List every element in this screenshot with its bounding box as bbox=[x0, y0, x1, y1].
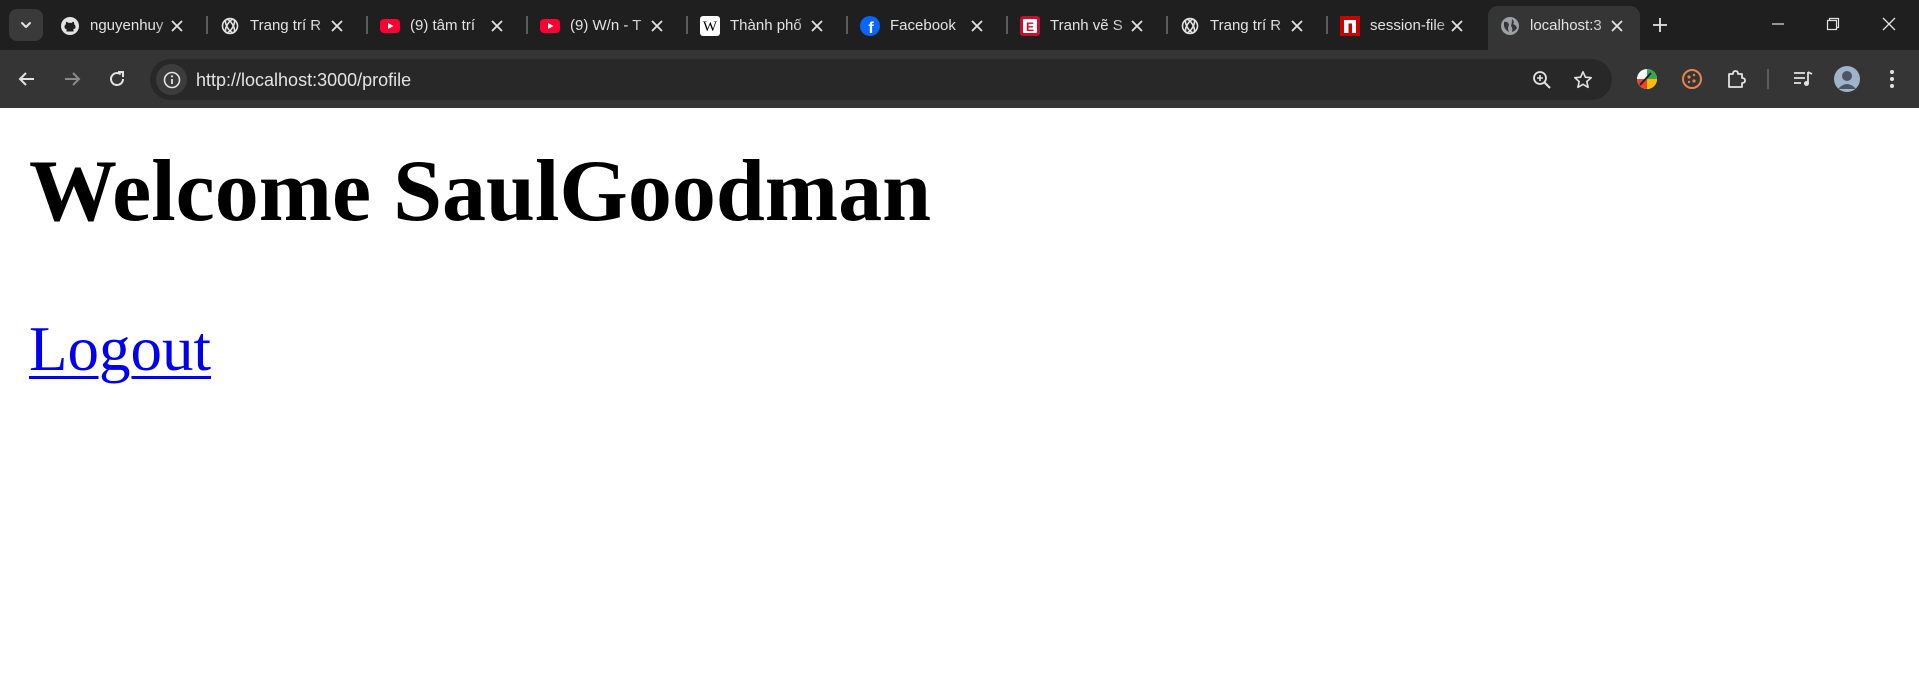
youtube-icon bbox=[380, 16, 400, 36]
site-info-button[interactable] bbox=[156, 64, 187, 95]
browser-toolbar: http://localhost:3000/profile bbox=[0, 50, 1919, 108]
more-vertical-icon bbox=[1890, 70, 1894, 88]
tab-youtube[interactable]: (9) tâm trí bbox=[368, 6, 520, 44]
npm-icon bbox=[1340, 16, 1360, 36]
forward-button[interactable] bbox=[55, 62, 89, 96]
minimize-icon bbox=[1772, 23, 1784, 25]
arrow-right-icon bbox=[65, 72, 81, 86]
tab-youtube[interactable]: (9) W/n - T bbox=[528, 6, 680, 44]
avatar-icon bbox=[1834, 66, 1860, 92]
back-button[interactable] bbox=[10, 62, 44, 96]
e-site-icon: E bbox=[1020, 16, 1040, 36]
welcome-heading: Welcome SaulGoodman bbox=[29, 143, 932, 240]
close-icon[interactable] bbox=[1128, 17, 1146, 35]
url-text[interactable]: http://localhost:3000/profile bbox=[196, 70, 411, 90]
profile-avatar[interactable] bbox=[1833, 65, 1861, 93]
browser-menu-button[interactable] bbox=[1878, 65, 1906, 93]
logout-link[interactable]: Logout bbox=[29, 313, 211, 385]
youtube-icon bbox=[540, 16, 560, 36]
restore-button[interactable] bbox=[1811, 8, 1855, 40]
close-icon[interactable] bbox=[168, 17, 186, 35]
close-icon[interactable] bbox=[1288, 17, 1306, 35]
facebook-icon: f bbox=[860, 16, 880, 36]
info-icon bbox=[163, 71, 180, 88]
tab-e-site[interactable]: E Tranh vẽ S bbox=[1008, 6, 1160, 44]
toolbar-divider bbox=[1767, 69, 1769, 89]
svg-text:f: f bbox=[868, 20, 874, 36]
zoom-icon[interactable] bbox=[1530, 68, 1554, 92]
extensions-puzzle-icon[interactable] bbox=[1722, 65, 1750, 93]
tab-localhost[interactable]: localhost:3 bbox=[1488, 6, 1640, 50]
close-icon[interactable] bbox=[1608, 17, 1626, 35]
close-icon bbox=[1882, 17, 1896, 31]
restore-icon bbox=[1826, 17, 1840, 31]
browser-tab-strip: nguyenhuy Trang trí R (9) tâm trí (9) W/… bbox=[0, 0, 1919, 50]
media-controls-icon[interactable] bbox=[1789, 65, 1817, 93]
github-icon bbox=[60, 16, 80, 36]
close-icon[interactable] bbox=[808, 17, 826, 35]
cookie-icon[interactable] bbox=[1678, 65, 1706, 93]
svg-text:E: E bbox=[1026, 20, 1034, 34]
page-content: Welcome SaulGoodman Logout bbox=[0, 108, 1919, 680]
close-icon[interactable] bbox=[1448, 17, 1466, 35]
svg-text:W: W bbox=[703, 19, 718, 35]
close-icon[interactable] bbox=[968, 17, 986, 35]
close-icon[interactable] bbox=[328, 17, 346, 35]
chatgpt-icon bbox=[220, 16, 240, 36]
chatgpt-icon bbox=[1180, 16, 1200, 36]
tab-chatgpt[interactable]: Trang trí R bbox=[1168, 6, 1320, 44]
chevron-down-icon bbox=[21, 22, 31, 28]
wikipedia-icon: W bbox=[700, 16, 720, 36]
tab-chatgpt[interactable]: Trang trí R bbox=[208, 6, 360, 44]
tab-facebook[interactable]: f Facebook bbox=[848, 6, 1000, 44]
close-icon[interactable] bbox=[488, 17, 506, 35]
minimize-button[interactable] bbox=[1756, 8, 1800, 40]
bookmark-star-icon[interactable] bbox=[1571, 68, 1595, 92]
address-bar[interactable]: http://localhost:3000/profile bbox=[150, 59, 1612, 100]
reload-icon bbox=[110, 71, 125, 86]
tab-github[interactable]: nguyenhuy bbox=[48, 6, 200, 44]
globe-icon bbox=[1500, 16, 1520, 36]
arrow-left-icon bbox=[18, 72, 34, 86]
tab-search-button[interactable] bbox=[9, 9, 43, 41]
close-icon[interactable] bbox=[648, 17, 666, 35]
tab-wikipedia[interactable]: W Thành phố bbox=[688, 6, 840, 44]
tab-npm[interactable]: session-file bbox=[1328, 6, 1480, 44]
extension-colorful-icon[interactable] bbox=[1633, 65, 1661, 93]
close-window-button[interactable] bbox=[1867, 8, 1911, 40]
plus-icon bbox=[1653, 18, 1667, 32]
new-tab-button[interactable] bbox=[1646, 11, 1674, 39]
reload-button[interactable] bbox=[100, 62, 134, 96]
